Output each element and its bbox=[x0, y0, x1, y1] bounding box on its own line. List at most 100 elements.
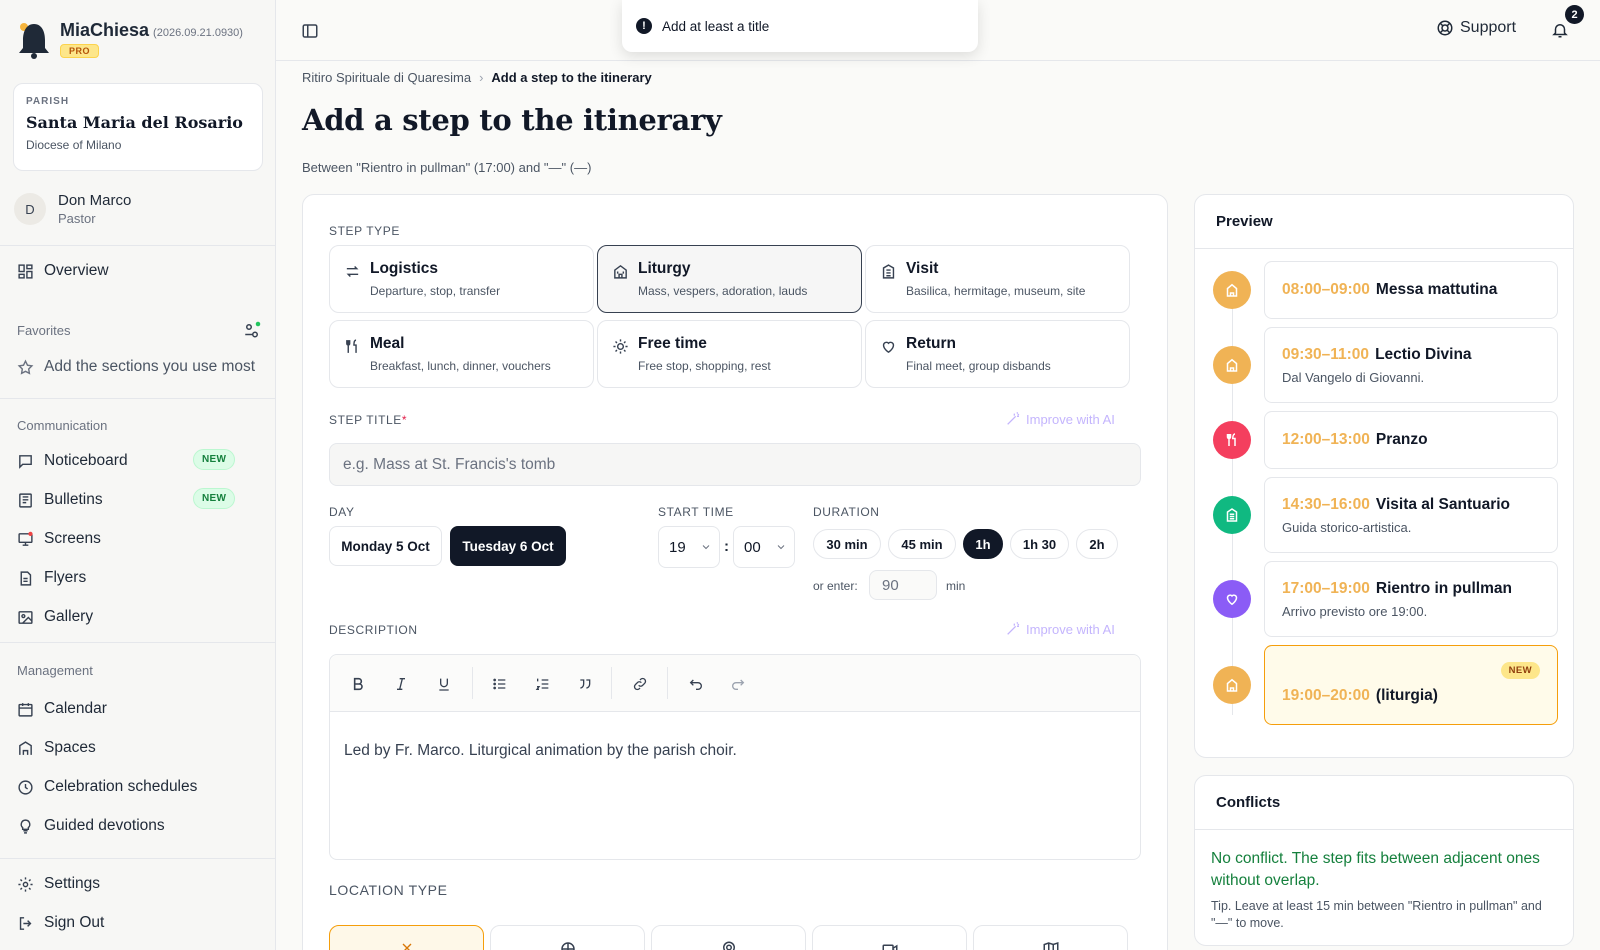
sidebar-item-label: Settings bbox=[44, 875, 101, 892]
improve-title-ai-button[interactable]: Improve with AI bbox=[1005, 411, 1115, 427]
timeline-item-name: Lectio Divina bbox=[1375, 345, 1472, 363]
newspaper-icon bbox=[19, 492, 32, 508]
favorites-hint[interactable]: Add the sections you use most bbox=[17, 355, 259, 379]
brand[interactable]: MiaChiesa (2026.09.21.0930) PRO bbox=[16, 20, 243, 60]
day-option-monday[interactable]: Monday 5 Oct bbox=[329, 526, 442, 566]
sidebar-item-screens[interactable]: Screens bbox=[17, 527, 101, 551]
step-type-meal[interactable]: Meal Breakfast, lunch, dinner, vouchers bbox=[329, 320, 594, 388]
timeline-item-time: 12:00–13:00 bbox=[1282, 431, 1370, 448]
step-type-desc: Mass, vespers, adoration, lauds bbox=[638, 284, 808, 298]
hour-value: 19 bbox=[669, 538, 686, 556]
duration-1h[interactable]: 1h bbox=[963, 529, 1003, 559]
sidebar-item-calendar[interactable]: Calendar bbox=[17, 697, 107, 721]
italic-icon[interactable] bbox=[391, 674, 411, 694]
improve-ai-label: Improve with AI bbox=[1026, 621, 1115, 637]
sidebar-item-sign-out[interactable]: Sign Out bbox=[17, 911, 104, 935]
step-type-desc: Basilica, hermitage, museum, site bbox=[906, 284, 1086, 298]
sidebar-item-overview[interactable]: Overview bbox=[17, 259, 109, 283]
timeline-item[interactable]: 09:30–11:00 Lectio Divina Dal Vangelo di G… bbox=[1264, 327, 1558, 403]
conflicts-title: Conflicts bbox=[1195, 776, 1573, 830]
divider bbox=[0, 245, 276, 246]
breadcrumb-parent[interactable]: Ritiro Spirituale di Quaresima bbox=[302, 70, 471, 85]
location-type-place[interactable] bbox=[651, 925, 806, 950]
link-icon[interactable] bbox=[630, 674, 650, 694]
description-editor[interactable]: Led by Fr. Marco. Liturgical animation b… bbox=[329, 654, 1141, 860]
minute-select[interactable]: 00 bbox=[733, 526, 795, 568]
quote-icon[interactable] bbox=[575, 674, 595, 694]
step-type-title: Free time bbox=[638, 335, 707, 352]
sidebar-item-bulletins[interactable]: Bulletins bbox=[17, 488, 103, 512]
step-type-label: STEP TYPE bbox=[329, 224, 400, 238]
sidebar-item-guided-devotions[interactable]: Guided devotions bbox=[17, 814, 165, 838]
toast-message: Add at least a title bbox=[662, 18, 770, 34]
utensils-icon bbox=[346, 339, 357, 353]
timeline-item[interactable]: 12:00–13:00 Pranzo bbox=[1264, 411, 1558, 469]
sidebar-item-flyers[interactable]: Flyers bbox=[17, 566, 86, 590]
duration-45-min[interactable]: 45 min bbox=[888, 529, 956, 559]
parish-card[interactable]: PARISH Santa Maria del Rosario Diocese o… bbox=[13, 83, 263, 171]
bold-icon[interactable] bbox=[348, 674, 368, 694]
timeline-item-time: 14:30–16:00 bbox=[1282, 495, 1370, 513]
step-title-label-text: STEP TITLE bbox=[329, 413, 402, 427]
user-profile[interactable]: D Don Marco Pastor bbox=[14, 192, 131, 226]
timeline-item-name: Pranzo bbox=[1375, 431, 1428, 448]
duration-30-min[interactable]: 30 min bbox=[813, 529, 881, 559]
sidebar-toggle-icon[interactable] bbox=[301, 22, 319, 40]
sidebar-item-spaces[interactable]: Spaces bbox=[17, 736, 96, 760]
redo-icon[interactable] bbox=[728, 674, 748, 694]
favorites-settings-icon[interactable] bbox=[243, 321, 261, 339]
breadcrumb-current: Add a step to the itinerary bbox=[491, 70, 652, 85]
timeline-item[interactable]: 17:00–19:00 Rientro in pullman Arrivo prev… bbox=[1264, 561, 1558, 637]
error-toast: ! Add at least a title bbox=[622, 0, 978, 52]
support-button[interactable]: Support bbox=[1436, 19, 1516, 37]
sidebar-item-label: Bulletins bbox=[44, 491, 103, 508]
location-type-church[interactable] bbox=[490, 925, 645, 950]
improve-description-ai-button[interactable]: Improve with AI bbox=[1005, 621, 1115, 637]
location-type-none[interactable] bbox=[329, 925, 484, 950]
user-role: Pastor bbox=[58, 211, 96, 226]
description-text[interactable]: Led by Fr. Marco. Liturgical animation b… bbox=[330, 712, 1140, 790]
day-option-tuesday[interactable]: Tuesday 6 Oct bbox=[450, 526, 566, 566]
sidebar-item-noticeboard[interactable]: Noticeboard bbox=[17, 449, 128, 473]
parish-kicker: PARISH bbox=[26, 96, 70, 107]
duration-2h[interactable]: 2h bbox=[1076, 529, 1118, 559]
divider bbox=[0, 642, 276, 643]
timeline-item[interactable]: 14:30–16:00 Visita al Santuario Guida stor… bbox=[1264, 477, 1558, 553]
editor-toolbar bbox=[330, 655, 1140, 712]
lifebuoy-icon bbox=[1437, 20, 1453, 36]
step-title-input[interactable] bbox=[329, 443, 1141, 486]
step-type-return[interactable]: Return Final meet, group disbands bbox=[865, 320, 1130, 388]
notification-bell-icon[interactable] bbox=[1551, 20, 1569, 40]
bell-logo-icon bbox=[19, 23, 49, 59]
location-type-online[interactable] bbox=[812, 925, 967, 950]
support-label: Support bbox=[1460, 19, 1517, 36]
step-type-title: Return bbox=[906, 335, 956, 352]
timeline-item[interactable]: 19:00–20:00 (liturgia) NEW bbox=[1264, 645, 1558, 725]
logout-icon bbox=[19, 916, 32, 930]
timeline-item-time: 08:00–09:00 bbox=[1282, 281, 1370, 298]
sidebar-item-label: Noticeboard bbox=[44, 452, 128, 469]
sidebar-item-settings[interactable]: Settings bbox=[17, 872, 100, 896]
sidebar-item-celebration-schedules[interactable]: Celebration schedules bbox=[17, 775, 197, 799]
step-type-title: Meal bbox=[370, 335, 405, 352]
step-type-logistics[interactable]: Logistics Departure, stop, transfer bbox=[329, 245, 594, 313]
sidebar-item-gallery[interactable]: Gallery bbox=[17, 605, 93, 629]
clock-icon bbox=[18, 779, 33, 795]
step-type-visit[interactable]: Visit Basilica, hermitage, museum, site bbox=[865, 245, 1130, 313]
duration-1h30[interactable]: 1h 30 bbox=[1010, 529, 1069, 559]
step-type-liturgy[interactable]: Liturgy Mass, vespers, adoration, lauds bbox=[597, 245, 862, 313]
step-type-desc: Final meet, group disbands bbox=[906, 359, 1051, 373]
numbered-list-icon[interactable] bbox=[533, 674, 553, 694]
timeline-return-icon bbox=[1213, 580, 1251, 618]
step-type-free-time[interactable]: Free time Free stop, shopping, rest bbox=[597, 320, 862, 388]
duration-minutes-input[interactable] bbox=[869, 570, 937, 600]
start-time-label: START TIME bbox=[658, 505, 734, 519]
undo-icon[interactable] bbox=[686, 674, 706, 694]
underline-icon[interactable] bbox=[434, 674, 454, 694]
timeline-liturgy-icon bbox=[1213, 271, 1251, 309]
location-type-map[interactable] bbox=[973, 925, 1128, 950]
hour-select[interactable]: 19 bbox=[658, 526, 720, 568]
bullet-list-icon[interactable] bbox=[490, 674, 510, 694]
favorites-heading: Favorites bbox=[17, 323, 71, 338]
timeline-item[interactable]: 08:00–09:00 Messa mattutina bbox=[1264, 261, 1558, 319]
